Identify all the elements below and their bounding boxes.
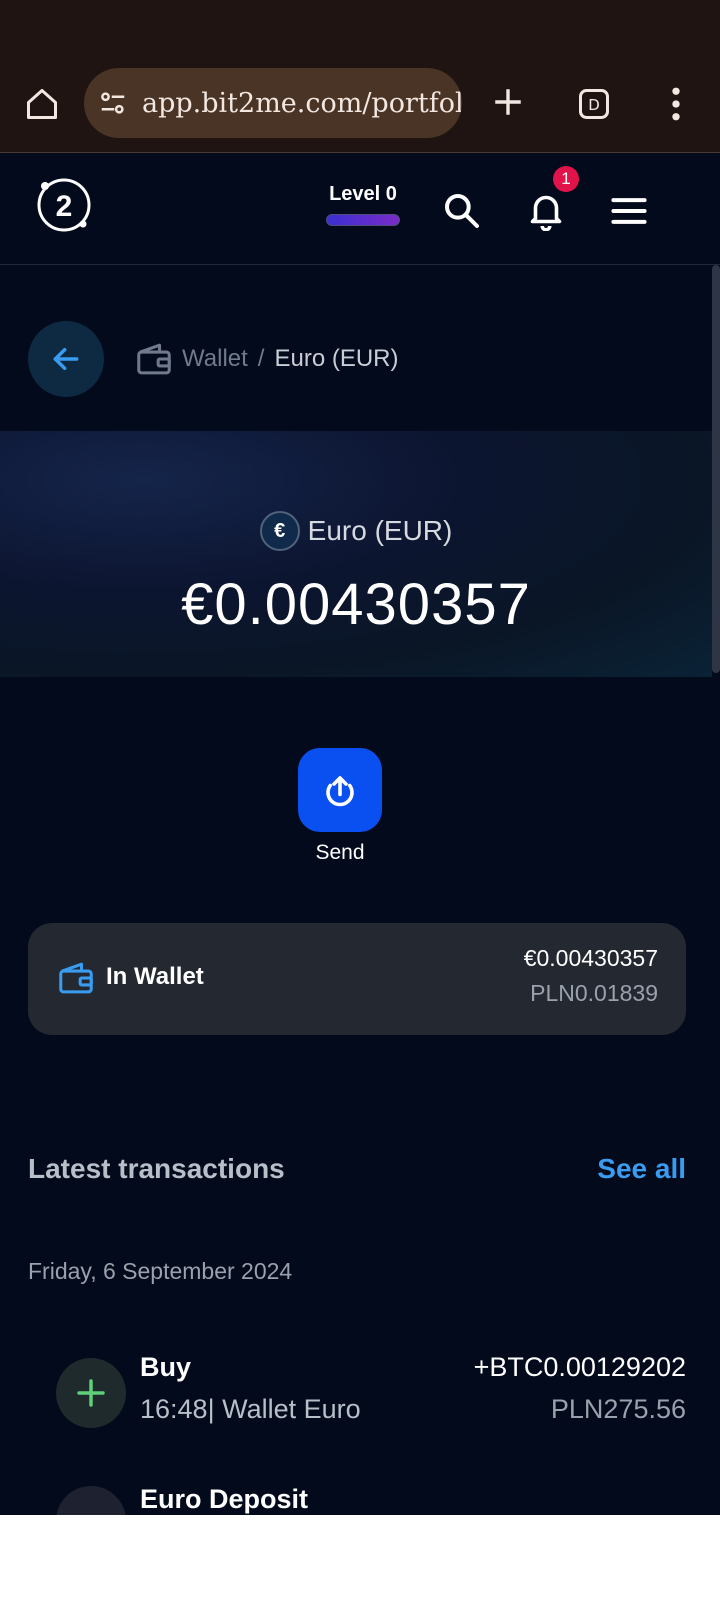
transaction-subtitle: 16:48| Wallet Euro: [140, 1394, 361, 1424]
upload-arrow-icon: [326, 776, 354, 807]
transaction-amount: +BTC0.00129202: [473, 1352, 686, 1382]
in-wallet-label: In Wallet: [106, 963, 204, 990]
browser-toolbar: app.bit2me.com/portfol D: [0, 0, 720, 153]
tab-switcher-icon[interactable]: D: [570, 80, 618, 128]
euro-coin-icon: €: [259, 511, 300, 551]
notification-badge: 1: [553, 166, 579, 192]
notification-bell-icon[interactable]: [524, 189, 568, 233]
transaction-date: Friday, 6 September 2024: [28, 1258, 293, 1284]
app-header: 2 Level 0 1: [0, 153, 720, 265]
svg-text:D: D: [588, 96, 600, 114]
latest-transactions-title: Latest transactions: [28, 1153, 285, 1184]
level-indicator[interactable]: Level 0: [326, 183, 400, 226]
currency-name: Euro (EUR): [307, 515, 453, 546]
page-scrollbar[interactable]: [712, 265, 720, 673]
send-button[interactable]: [298, 748, 382, 832]
address-bar[interactable]: app.bit2me.com/portfol: [84, 68, 462, 138]
url-text[interactable]: app.bit2me.com/portfol: [142, 88, 462, 119]
balance-amount: €0.00430357: [181, 572, 531, 637]
home-icon[interactable]: [18, 80, 66, 128]
search-icon[interactable]: [440, 189, 484, 233]
transaction-type: Euro Deposit: [140, 1484, 309, 1514]
in-wallet-amount: €0.00430357: [523, 945, 658, 971]
in-wallet-fiat: PLN0.01839: [530, 980, 658, 1006]
arrow-left-icon: [53, 347, 79, 371]
blank-area: [0, 1515, 720, 1600]
level-label: Level 0: [329, 183, 397, 205]
wallet-icon: [137, 343, 171, 375]
hamburger-menu-icon[interactable]: [606, 189, 652, 233]
breadcrumb-separator: /: [257, 345, 265, 372]
wallet-balance-card[interactable]: In Wallet €0.00430357 PLN0.01839: [28, 923, 686, 1035]
bit2me-logo-icon[interactable]: 2: [34, 175, 94, 235]
app-viewport: 2 Level 0 1 Wallet / Euro (EUR) € Euro (…: [0, 153, 720, 1515]
plus-icon: [56, 1358, 126, 1428]
deposit-icon: [56, 1486, 126, 1515]
plus-icon[interactable]: [484, 78, 532, 126]
transaction-fiat: PLN275.56: [550, 1394, 686, 1424]
transaction-row[interactable]: Euro Deposit: [28, 1478, 686, 1515]
breadcrumb-wallet-link[interactable]: Wallet: [182, 345, 248, 373]
more-vert-icon[interactable]: [656, 80, 696, 128]
level-progress-bar: [326, 214, 400, 226]
transaction-row[interactable]: Buy 16:48| Wallet Euro +BTC0.00129202 PL…: [28, 1348, 686, 1438]
send-label[interactable]: Send: [290, 841, 390, 865]
svg-text:2: 2: [56, 190, 73, 223]
breadcrumb-current: Euro (EUR): [274, 345, 399, 372]
see-all-link[interactable]: See all: [597, 1153, 686, 1185]
breadcrumb: Wallet / Euro (EUR): [136, 339, 399, 379]
transaction-type: Buy: [140, 1352, 192, 1382]
site-settings-icon[interactable]: [98, 88, 128, 118]
balance-panel: € Euro (EUR) €0.00430357: [0, 431, 712, 677]
currency-header: € Euro (EUR): [0, 511, 712, 551]
back-button[interactable]: [28, 321, 104, 397]
wallet-icon: [59, 962, 93, 994]
